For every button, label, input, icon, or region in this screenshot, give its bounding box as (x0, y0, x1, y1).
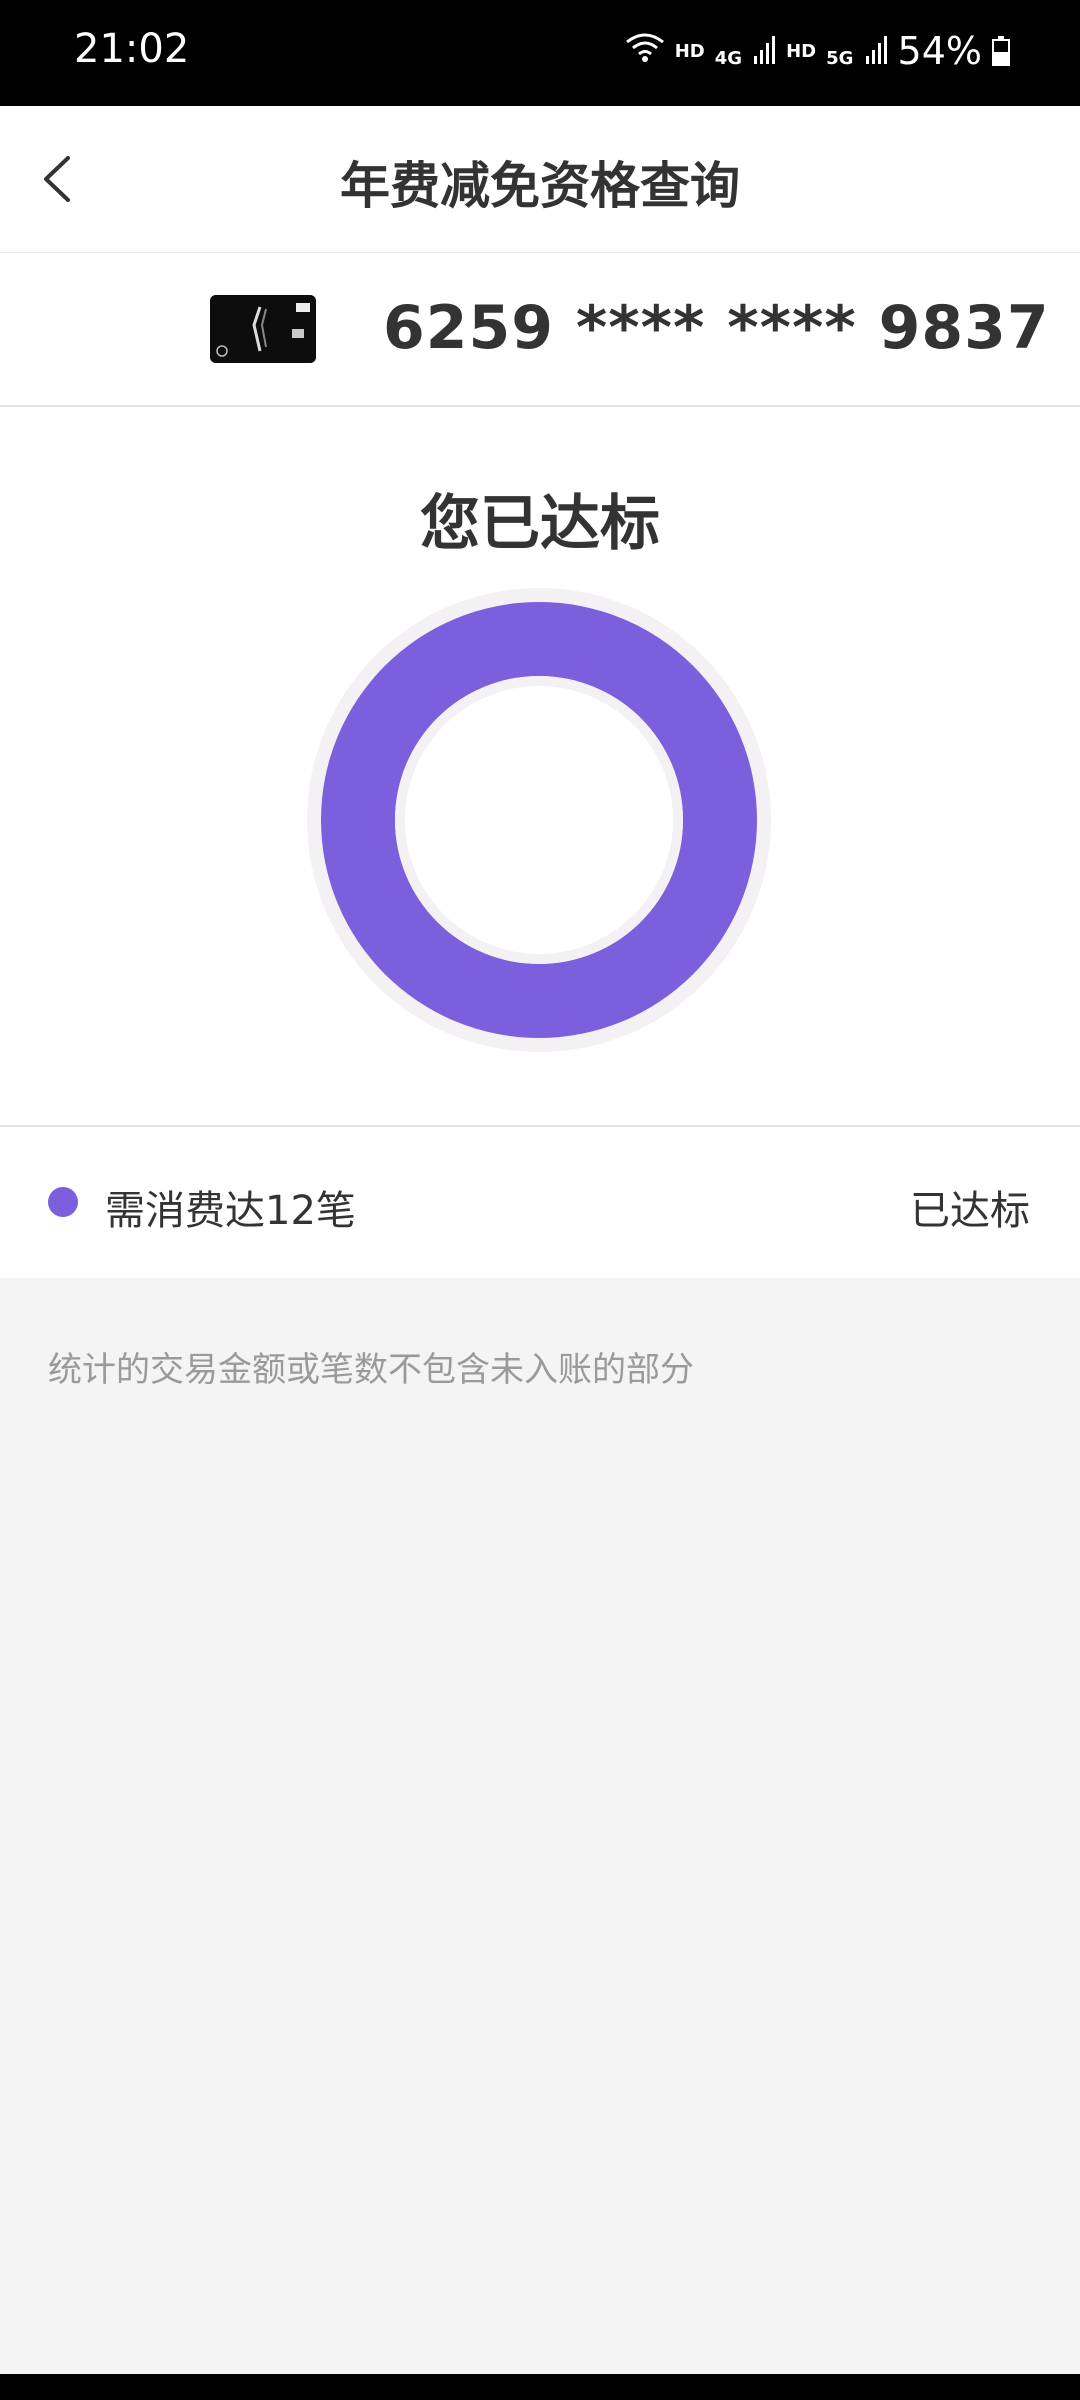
criteria-row: 需消费达12笔 已达标 (0, 1127, 1080, 1278)
battery-icon (992, 36, 1010, 66)
battery-percentage: 54% (897, 29, 982, 73)
qualification-status-panel: 您已达标 (0, 407, 1080, 1127)
criteria-status-dot (48, 1187, 78, 1217)
wifi-icon (625, 29, 665, 73)
system-navigation-bar (0, 2374, 1080, 2400)
page-title: 年费减免资格查询 (340, 157, 740, 215)
network-type-label: 4G (714, 48, 743, 69)
card-number: 6259 **** **** 9837 (383, 293, 1050, 363)
page-header: 年费减免资格查询 (0, 106, 1080, 253)
hd-label: HD (786, 40, 817, 62)
status-indicators: HD 4G HD 5G 54% (625, 24, 1010, 78)
progress-ring-chart (307, 588, 771, 1052)
signal-icon: 5G (826, 29, 887, 73)
footnote-text: 统计的交易金额或笔数不包含未入账的部分 (48, 1350, 694, 1390)
card-info-row: 6259 **** **** 9837 (0, 253, 1080, 407)
hd-label: HD (674, 40, 705, 62)
network-type-label: 5G (826, 48, 854, 69)
signal-icon: 4G (715, 29, 776, 73)
criteria-status: 已达标 (910, 1188, 1030, 1234)
status-time: 21:02 (74, 26, 190, 72)
qualification-status-heading: 您已达标 (420, 489, 660, 559)
ring-center (405, 686, 673, 954)
status-bar: 21:02 HD 4G HD 5G 54% (0, 0, 1080, 106)
criteria-label: 需消费达12笔 (105, 1188, 356, 1234)
credit-card-thumbnail (210, 295, 316, 363)
